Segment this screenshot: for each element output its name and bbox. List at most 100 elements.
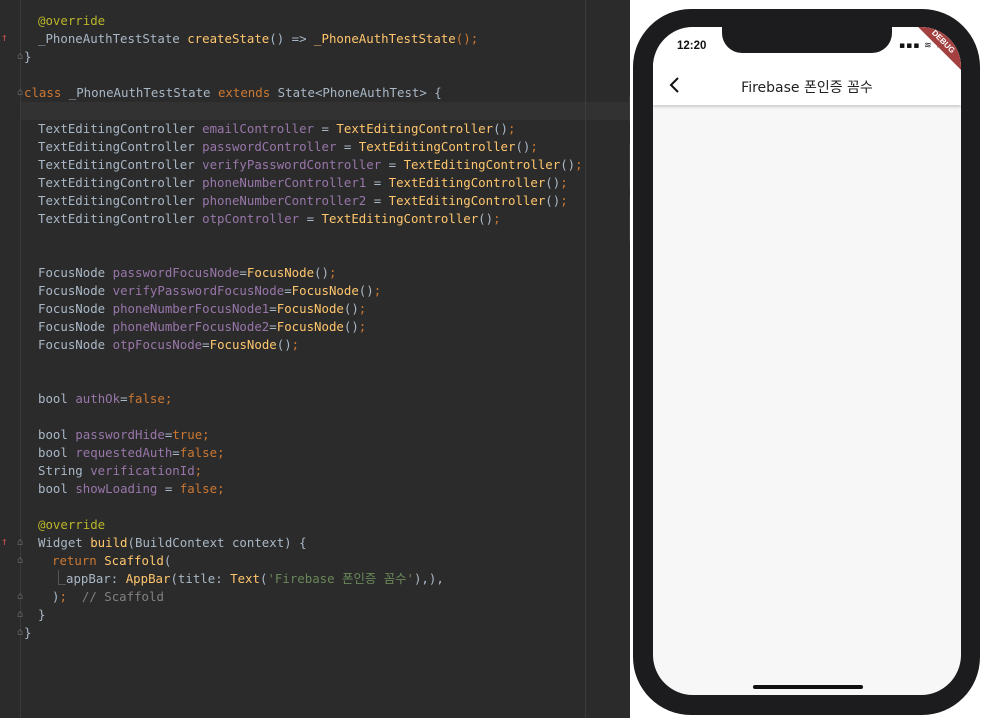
code-editor[interactable]: @override _PhoneAuthTestState createState… <box>0 0 634 718</box>
code-token: 'Firebase 폰인증 꼼수' <box>267 571 414 586</box>
code-token: TextEditingController <box>38 121 203 136</box>
code-token: verifyPasswordFocusNode <box>112 283 285 298</box>
code-token: = <box>120 391 128 406</box>
code-token: () <box>493 121 508 136</box>
code-token: _PhoneAuthTestState <box>68 85 218 100</box>
app-bar-title: Firebase 폰인증 꼼수 <box>741 80 873 96</box>
code-token: phoneNumberFocusNode2 <box>112 319 270 334</box>
code-token: phoneNumberController2 <box>202 193 367 208</box>
code-token: ; <box>508 121 516 136</box>
code-line[interactable]: TextEditingController otpController = Te… <box>38 210 501 228</box>
code-token: return <box>52 553 105 568</box>
code-line[interactable]: bool authOk=false; <box>38 390 172 408</box>
code-line[interactable]: FocusNode otpFocusNode=FocusNode(); <box>38 336 299 354</box>
code-token: @override <box>38 517 106 532</box>
code-line[interactable]: TextEditingController emailController = … <box>38 120 515 138</box>
home-indicator[interactable] <box>753 685 863 689</box>
code-token: FocusNode <box>209 337 277 352</box>
code-token: TextEditingController <box>38 193 203 208</box>
code-line[interactable]: FocusNode phoneNumberFocusNode1=FocusNod… <box>38 300 366 318</box>
code-token: State<PhoneAuthTest> { <box>277 85 442 100</box>
code-token: = <box>366 175 389 190</box>
fold-marker-icon[interactable]: ⌂ <box>17 52 23 62</box>
code-token: () <box>343 301 359 316</box>
code-line[interactable]: _PhoneAuthTestState createState() => _Ph… <box>38 30 478 48</box>
code-token: (title: <box>170 571 231 586</box>
code-line[interactable]: Widget build(BuildContext context) { <box>38 534 307 552</box>
code-token: = <box>172 445 180 460</box>
code-token: = <box>284 283 292 298</box>
app-bar: Firebase 폰인증 꼼수 <box>653 67 961 105</box>
code-token: () <box>545 175 561 190</box>
code-token: FocusNode <box>38 283 113 298</box>
override-marker-icon[interactable]: ↑ <box>1 536 8 547</box>
code-token: ; <box>530 139 538 154</box>
fold-marker-icon[interactable]: ⌂ <box>17 88 23 98</box>
code-token: AppBar <box>125 571 171 586</box>
code-token: } <box>24 49 32 64</box>
code-line[interactable]: ); // Scaffold <box>52 588 164 606</box>
code-line[interactable]: TextEditingController phoneNumberControl… <box>38 192 568 210</box>
widget-tree-guide <box>58 584 66 585</box>
fold-marker-icon[interactable]: ⌂ <box>17 610 23 620</box>
fold-marker-icon[interactable]: ⌂ <box>17 628 23 638</box>
code-line[interactable]: FocusNode passwordFocusNode=FocusNode(); <box>38 264 336 282</box>
code-token: class <box>24 85 69 100</box>
code-token: verificationId <box>90 463 195 478</box>
code-token: () <box>343 319 359 334</box>
code-line[interactable]: bool showLoading = false; <box>38 480 225 498</box>
code-token: TextEditingController <box>38 175 203 190</box>
code-token: FocusNode <box>38 337 113 352</box>
code-token: String <box>38 463 91 478</box>
fold-marker-icon[interactable]: ⌂ <box>17 538 23 548</box>
code-line[interactable]: bool requestedAuth=false; <box>38 444 225 462</box>
code-token: bool <box>38 427 76 442</box>
code-token: ; <box>493 211 501 226</box>
code-token: = <box>269 301 277 316</box>
fold-marker-icon[interactable]: ⌂ <box>17 556 23 566</box>
code-token: authOk <box>75 391 121 406</box>
code-token: ( <box>163 553 172 568</box>
code-token: } <box>38 607 46 622</box>
code-line[interactable]: appBar: AppBar(title: Text('Firebase 폰인증… <box>66 570 444 588</box>
code-line[interactable]: class _PhoneAuthTestState extends State<… <box>24 84 442 102</box>
code-line[interactable]: TextEditingController passwordController… <box>38 138 538 156</box>
code-line[interactable]: bool passwordHide=true; <box>38 426 210 444</box>
code-token: ; <box>575 157 583 172</box>
code-token: // Scaffold <box>66 589 164 604</box>
code-token: extends <box>217 85 278 100</box>
code-token: = <box>336 139 359 154</box>
code-token: TextEditingController <box>336 121 494 136</box>
code-line[interactable]: TextEditingController phoneNumberControl… <box>38 174 568 192</box>
fold-marker-icon[interactable]: ⌂ <box>17 592 23 602</box>
code-token: ; <box>560 193 568 208</box>
code-token: FocusNode <box>38 319 113 334</box>
code-token: createState <box>187 31 270 46</box>
code-token: (); <box>455 31 479 46</box>
code-token: () <box>314 265 329 280</box>
phone-screen[interactable]: 12:20 ▪▪▪ ≋ ▬ Firebase 폰인증 꼼수 DEBUG <box>653 27 961 695</box>
code-line[interactable]: } <box>38 606 45 624</box>
code-token: ; <box>358 301 367 316</box>
code-token: FocusNode <box>291 283 359 298</box>
code-line[interactable]: return Scaffold( <box>52 552 171 570</box>
code-line[interactable]: String verificationId; <box>38 462 202 480</box>
code-token: passwordHide <box>75 427 165 442</box>
code-token: true; <box>172 427 210 442</box>
code-token: passwordFocusNode <box>112 265 240 280</box>
code-line[interactable]: } <box>24 48 31 66</box>
code-line[interactable]: } <box>24 624 31 642</box>
code-token: () <box>515 139 531 154</box>
code-line[interactable]: @override <box>38 12 105 30</box>
code-token: () => <box>269 31 315 46</box>
code-line[interactable]: FocusNode verifyPasswordFocusNode=FocusN… <box>38 282 381 300</box>
code-line[interactable]: @override <box>38 516 105 534</box>
code-line[interactable]: FocusNode phoneNumberFocusNode2=FocusNod… <box>38 318 366 336</box>
code-token: = <box>314 121 337 136</box>
code-token: () <box>560 157 576 172</box>
right-margin-guide <box>585 0 586 718</box>
code-line[interactable]: TextEditingController verifyPasswordCont… <box>38 156 583 174</box>
code-token: verifyPasswordController <box>202 157 382 172</box>
code-token: Widget <box>38 535 91 550</box>
override-marker-icon[interactable]: ↑ <box>1 32 8 43</box>
